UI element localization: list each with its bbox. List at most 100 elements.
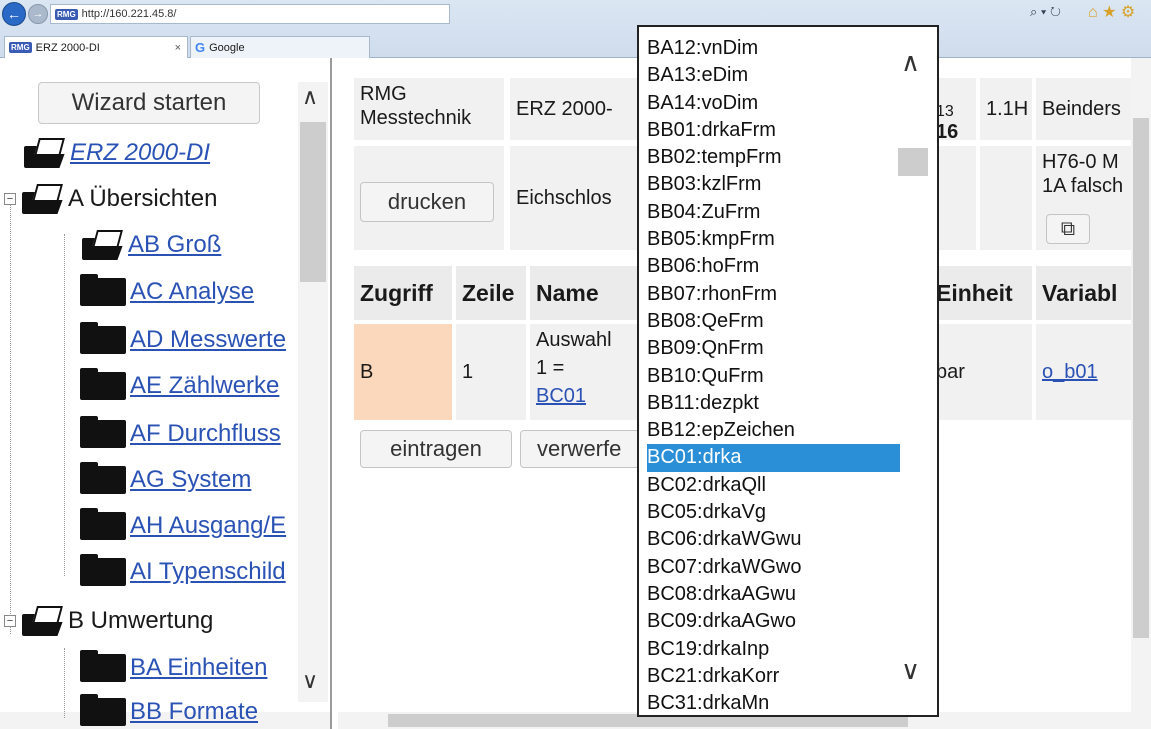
folder-icon: [80, 416, 126, 448]
dropdown-option[interactable]: BC21:drkaKorr: [647, 663, 900, 690]
tree-guide-line: [64, 234, 65, 576]
tree-group-label[interactable]: B Umwertung: [68, 607, 213, 635]
cell-einheit: bar: [930, 324, 1032, 420]
google-icon: G: [195, 40, 206, 55]
dropdown-option[interactable]: BB11:dezpkt: [647, 390, 900, 417]
address-bar[interactable]: RMG http://160.221.45.8/: [50, 4, 450, 24]
back-button[interactable]: ←: [2, 2, 26, 26]
dropdown-option[interactable]: BB04:ZuFrm: [647, 199, 900, 226]
dropdown-option[interactable]: BB08:QeFrm: [647, 308, 900, 335]
tree-item-ac[interactable]: AC Analyse: [80, 274, 254, 306]
tree-item-link[interactable]: AG System: [130, 466, 251, 494]
tree-item-ab[interactable]: AB Groß: [80, 228, 221, 262]
name-link[interactable]: BC01: [536, 382, 632, 410]
dropdown-option[interactable]: BC08:drkaAGwu: [647, 581, 900, 608]
dropdown-option[interactable]: BC02:drkaQll: [647, 472, 900, 499]
chevron-up-icon[interactable]: ∧: [302, 84, 318, 110]
discard-button[interactable]: verwerfe: [520, 430, 640, 468]
dropdown-option[interactable]: BB06:hoFrm: [647, 253, 900, 280]
folder-icon: [80, 368, 126, 400]
search-refresh-icon[interactable]: ⌕ ▾ ↻: [1030, 4, 1061, 20]
open-folder-icon: [20, 604, 64, 638]
tree-guide-line: [10, 204, 11, 634]
url-text: http://160.221.45.8/: [81, 8, 177, 20]
tree-group-b[interactable]: − B Umwertung: [4, 604, 213, 638]
tree-item-link[interactable]: AD Messwerte: [130, 326, 286, 354]
tree-scrollbar-thumb[interactable]: [300, 122, 326, 282]
dropdown-option[interactable]: BB02:tempFrm: [647, 144, 900, 171]
tree-item-link[interactable]: AE Zählwerke: [130, 372, 279, 400]
dropdown-option[interactable]: BB03:kzlFrm: [647, 171, 900, 198]
column-header-einheit: Einheit: [930, 266, 1032, 320]
chevron-down-icon[interactable]: ∨: [901, 655, 920, 686]
dropdown-option[interactable]: BA14:voDim: [647, 90, 900, 117]
tree-item-ah[interactable]: AH Ausgang/E: [80, 508, 286, 540]
tree-item-link[interactable]: AC Analyse: [130, 278, 254, 306]
print-button[interactable]: drucken: [360, 182, 494, 222]
tab-google[interactable]: G Google: [190, 36, 370, 58]
dropdown-option[interactable]: BC05:drkaVg: [647, 499, 900, 526]
tree-item-link[interactable]: AI Typenschild: [130, 558, 286, 586]
popout-button[interactable]: ⧉: [1046, 214, 1090, 244]
column-header-zugriff: Zugriff: [354, 266, 452, 320]
dropdown-option[interactable]: BC01:drka: [647, 444, 900, 472]
dropdown-option[interactable]: BB09:QnFrm: [647, 335, 900, 362]
dropdown-option[interactable]: BB01:drkaFrm: [647, 117, 900, 144]
dropdown-scrollbar-thumb[interactable]: [898, 148, 928, 176]
address-bar-actions[interactable]: ⌕ ▾ ↻: [1030, 4, 1061, 20]
dropdown-option[interactable]: BC09:drkaAGwo: [647, 608, 900, 635]
close-icon[interactable]: ×: [175, 42, 181, 54]
variable-link[interactable]: o_b01: [1042, 361, 1098, 383]
tree-item-ad[interactable]: AD Messwerte: [80, 322, 286, 354]
cell-variable: o_b01: [1036, 324, 1132, 420]
open-folder-icon: [80, 228, 124, 262]
content-scrollbar-thumb[interactable]: [1133, 118, 1149, 638]
collapse-icon[interactable]: −: [4, 193, 16, 205]
eichschloss-cell: Eichschlos: [510, 146, 638, 250]
tree-group-label[interactable]: A Übersichten: [68, 185, 217, 213]
enter-button[interactable]: eintragen: [360, 430, 512, 468]
home-star-gear-icon[interactable]: ⌂ ★ ⚙: [1088, 2, 1135, 22]
tree-item-ba[interactable]: BA Einheiten: [80, 650, 267, 682]
collapse-icon[interactable]: −: [4, 615, 16, 627]
tree-item-ag[interactable]: AG System: [80, 462, 251, 494]
dropdown-option[interactable]: BB10:QuFrm: [647, 363, 900, 390]
tree-item-link[interactable]: AB Groß: [128, 231, 221, 259]
tree-item-link[interactable]: AH Ausgang/E: [130, 512, 286, 540]
tree-root-link[interactable]: ERZ 2000-DI: [70, 139, 210, 167]
cell-zugriff: B: [354, 324, 452, 420]
site-icon: RMG: [55, 8, 78, 20]
folder-icon: [80, 322, 126, 354]
browser-toolbar-icons[interactable]: ⌂ ★ ⚙: [1088, 2, 1135, 22]
dropdown-option[interactable]: BA13:eDim: [647, 62, 900, 89]
tree-item-link[interactable]: AF Durchfluss: [130, 420, 281, 448]
dropdown-option[interactable]: BB07:rhonFrm: [647, 281, 900, 308]
tree-group-a[interactable]: − A Übersichten: [4, 182, 217, 216]
tab-label: Google: [209, 41, 245, 54]
dropdown-option[interactable]: BB12:epZeichen: [647, 417, 900, 444]
forward-button[interactable]: →: [28, 4, 48, 24]
tree-item-ai[interactable]: AI Typenschild: [80, 554, 286, 586]
variable-dropdown-list[interactable]: BA12:vnDim BA13:eDim BA14:voDim BB01:drkaFr…: [637, 25, 939, 717]
tab-erz2000[interactable]: RMG ERZ 2000-DI ×: [4, 36, 188, 58]
tree-item-link[interactable]: BA Einheiten: [130, 654, 267, 682]
open-folder-icon: [20, 182, 64, 216]
dropdown-option[interactable]: BA12:vnDim: [647, 35, 900, 62]
dropdown-option[interactable]: BC19:drkaInp: [647, 636, 900, 663]
tree-item-ae[interactable]: AE Zählwerke: [80, 368, 279, 400]
folder-icon: [80, 508, 126, 540]
alarm-line: 1A falsch: [1042, 175, 1124, 197]
tree-root[interactable]: ERZ 2000-DI: [22, 136, 210, 170]
chevron-down-icon[interactable]: ∨: [302, 668, 318, 694]
dropdown-option[interactable]: BB05:kmpFrm: [647, 226, 900, 253]
dropdown-option[interactable]: BC06:drkaWGwu: [647, 526, 900, 553]
tree-item-link[interactable]: BB Formate: [130, 698, 258, 726]
chevron-up-icon[interactable]: ∧: [901, 47, 920, 78]
dropdown-option[interactable]: BC31:drkaMn: [647, 690, 900, 715]
wizard-start-button[interactable]: Wizard starten: [38, 82, 260, 124]
dropdown-scrollbar[interactable]: [900, 27, 937, 715]
location-cell: Beinders: [1036, 78, 1132, 140]
dropdown-option[interactable]: BC07:drkaWGwo: [647, 554, 900, 581]
tree-item-af[interactable]: AF Durchfluss: [80, 416, 281, 448]
tree-item-bb[interactable]: BB Formate: [80, 694, 258, 726]
